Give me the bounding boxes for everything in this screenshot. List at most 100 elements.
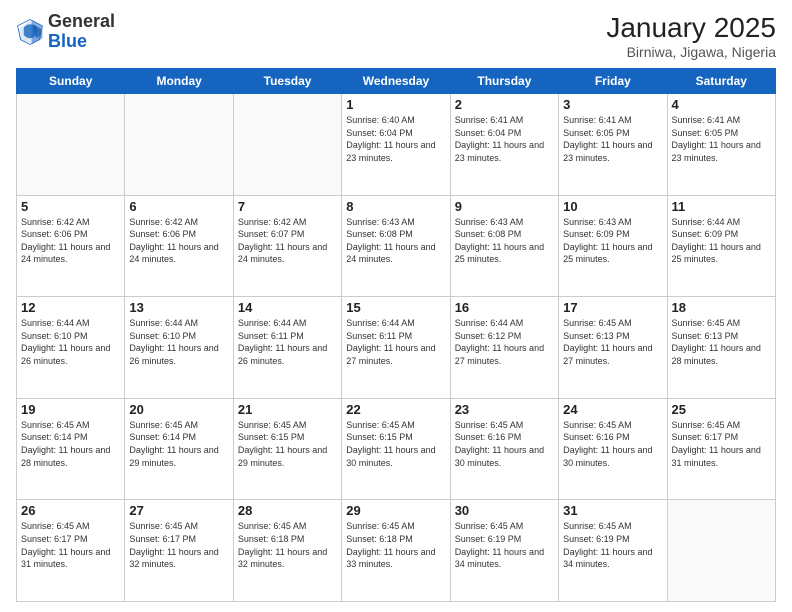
day-info: Sunrise: 6:45 AM Sunset: 6:16 PM Dayligh… [455,419,554,469]
day-number: 31 [563,503,662,518]
calendar-cell: 26 Sunrise: 6:45 AM Sunset: 6:17 PM Dayli… [17,500,125,602]
day-info: Sunrise: 6:45 AM Sunset: 6:19 PM Dayligh… [455,520,554,570]
week-row-4: 26 Sunrise: 6:45 AM Sunset: 6:17 PM Dayli… [17,500,776,602]
day-number: 25 [672,402,771,417]
day-info: Sunrise: 6:45 AM Sunset: 6:17 PM Dayligh… [129,520,228,570]
day-number: 10 [563,199,662,214]
day-number: 4 [672,97,771,112]
calendar-cell: 29Sunrise: 6:45 AM Sunset: 6:18 PM Dayli… [342,500,450,602]
day-info: Sunrise: 6:45 AM Sunset: 6:15 PM Dayligh… [346,419,445,469]
day-number: 9 [455,199,554,214]
calendar-cell: 19 Sunrise: 6:45 AM Sunset: 6:14 PM Dayli… [17,398,125,500]
day-header-wednesday: Wednesday [342,69,450,94]
day-info: Sunrise: 6:41 AM Sunset: 6:05 PM Dayligh… [563,114,662,164]
header: General Blue January 2025 Birniwa, Jigaw… [16,12,776,60]
calendar-cell [125,94,233,196]
day-header-saturday: Saturday [667,69,775,94]
day-info: Sunrise: 6:45 AM Sunset: 6:16 PM Dayligh… [563,419,662,469]
logo-blue-text: Blue [48,31,87,51]
day-number: 28 [238,503,337,518]
calendar-cell: 13 Sunrise: 6:44 AM Sunset: 6:10 PM Dayli… [125,297,233,399]
day-number: 19 [21,402,120,417]
calendar-cell: 28 Sunrise: 6:45 AM Sunset: 6:18 PM Dayli… [233,500,341,602]
day-number: 6 [129,199,228,214]
day-info: Sunrise: 6:45 AM Sunset: 6:17 PM Dayligh… [21,520,120,570]
logo-text: General Blue [48,12,115,52]
day-info: Sunrise: 6:42 AM Sunset: 6:07 PM Dayligh… [238,216,337,266]
day-number: 20 [129,402,228,417]
day-header-sunday: Sunday [17,69,125,94]
day-number: 18 [672,300,771,315]
calendar-cell: 7Sunrise: 6:42 AM Sunset: 6:07 PM Daylig… [233,195,341,297]
week-row-2: 12Sunrise: 6:44 AM Sunset: 6:10 PM Dayli… [17,297,776,399]
day-info: Sunrise: 6:44 AM Sunset: 6:12 PM Dayligh… [455,317,554,367]
calendar-cell [17,94,125,196]
day-number: 8 [346,199,445,214]
day-info: Sunrise: 6:43 AM Sunset: 6:08 PM Dayligh… [455,216,554,266]
day-info: Sunrise: 6:42 AM Sunset: 6:06 PM Dayligh… [129,216,228,266]
day-info: Sunrise: 6:44 AM Sunset: 6:10 PM Dayligh… [129,317,228,367]
calendar-table: SundayMondayTuesdayWednesdayThursdayFrid… [16,68,776,602]
day-info: Sunrise: 6:45 AM Sunset: 6:14 PM Dayligh… [21,419,120,469]
calendar-cell: 16 Sunrise: 6:44 AM Sunset: 6:12 PM Dayli… [450,297,558,399]
day-info: Sunrise: 6:45 AM Sunset: 6:18 PM Dayligh… [238,520,337,570]
day-info: Sunrise: 6:45 AM Sunset: 6:13 PM Dayligh… [672,317,771,367]
calendar-body: 1Sunrise: 6:40 AM Sunset: 6:04 PM Daylig… [17,94,776,602]
day-number: 30 [455,503,554,518]
day-info: Sunrise: 6:45 AM Sunset: 6:19 PM Dayligh… [563,520,662,570]
calendar-cell: 27 Sunrise: 6:45 AM Sunset: 6:17 PM Dayli… [125,500,233,602]
day-number: 13 [129,300,228,315]
day-number: 24 [563,402,662,417]
month-title: January 2025 [606,12,776,44]
calendar-cell: 22 Sunrise: 6:45 AM Sunset: 6:15 PM Dayli… [342,398,450,500]
day-number: 1 [346,97,445,112]
calendar-cell [667,500,775,602]
calendar-cell: 25Sunrise: 6:45 AM Sunset: 6:17 PM Dayli… [667,398,775,500]
calendar-cell: 8Sunrise: 6:43 AM Sunset: 6:08 PM Daylig… [342,195,450,297]
day-number: 2 [455,97,554,112]
day-header-friday: Friday [559,69,667,94]
page: General Blue January 2025 Birniwa, Jigaw… [0,0,792,612]
calendar-cell: 31 Sunrise: 6:45 AM Sunset: 6:19 PM Dayli… [559,500,667,602]
logo: General Blue [16,12,115,52]
day-info: Sunrise: 6:45 AM Sunset: 6:15 PM Dayligh… [238,419,337,469]
day-header-thursday: Thursday [450,69,558,94]
location: Birniwa, Jigawa, Nigeria [606,44,776,60]
week-row-0: 1Sunrise: 6:40 AM Sunset: 6:04 PM Daylig… [17,94,776,196]
calendar-cell: 15 Sunrise: 6:44 AM Sunset: 6:11 PM Dayli… [342,297,450,399]
day-info: Sunrise: 6:45 AM Sunset: 6:14 PM Dayligh… [129,419,228,469]
calendar-cell: 12Sunrise: 6:44 AM Sunset: 6:10 PM Dayli… [17,297,125,399]
title-block: January 2025 Birniwa, Jigawa, Nigeria [606,12,776,60]
day-number: 14 [238,300,337,315]
day-number: 21 [238,402,337,417]
day-number: 3 [563,97,662,112]
day-number: 11 [672,199,771,214]
calendar-cell: 3 Sunrise: 6:41 AM Sunset: 6:05 PM Daylig… [559,94,667,196]
day-number: 22 [346,402,445,417]
day-number: 5 [21,199,120,214]
day-header-monday: Monday [125,69,233,94]
calendar-header: SundayMondayTuesdayWednesdayThursdayFrid… [17,69,776,94]
day-number: 27 [129,503,228,518]
calendar-cell: 24 Sunrise: 6:45 AM Sunset: 6:16 PM Dayli… [559,398,667,500]
day-header-tuesday: Tuesday [233,69,341,94]
day-info: Sunrise: 6:45 AM Sunset: 6:13 PM Dayligh… [563,317,662,367]
day-info: Sunrise: 6:42 AM Sunset: 6:06 PM Dayligh… [21,216,120,266]
calendar-cell: 30 Sunrise: 6:45 AM Sunset: 6:19 PM Dayli… [450,500,558,602]
calendar-cell: 10 Sunrise: 6:43 AM Sunset: 6:09 PM Dayli… [559,195,667,297]
day-info: Sunrise: 6:45 AM Sunset: 6:18 PM Dayligh… [346,520,445,570]
calendar-cell: 11Sunrise: 6:44 AM Sunset: 6:09 PM Dayli… [667,195,775,297]
calendar-cell: 9 Sunrise: 6:43 AM Sunset: 6:08 PM Daylig… [450,195,558,297]
calendar-cell: 20 Sunrise: 6:45 AM Sunset: 6:14 PM Dayli… [125,398,233,500]
day-info: Sunrise: 6:44 AM Sunset: 6:11 PM Dayligh… [346,317,445,367]
day-number: 26 [21,503,120,518]
day-number: 16 [455,300,554,315]
day-info: Sunrise: 6:41 AM Sunset: 6:04 PM Dayligh… [455,114,554,164]
day-number: 15 [346,300,445,315]
day-info: Sunrise: 6:43 AM Sunset: 6:09 PM Dayligh… [563,216,662,266]
week-row-3: 19 Sunrise: 6:45 AM Sunset: 6:14 PM Dayli… [17,398,776,500]
calendar-cell: 17Sunrise: 6:45 AM Sunset: 6:13 PM Dayli… [559,297,667,399]
day-info: Sunrise: 6:44 AM Sunset: 6:10 PM Dayligh… [21,317,120,367]
day-info: Sunrise: 6:41 AM Sunset: 6:05 PM Dayligh… [672,114,771,164]
calendar-cell: 5 Sunrise: 6:42 AM Sunset: 6:06 PM Daylig… [17,195,125,297]
